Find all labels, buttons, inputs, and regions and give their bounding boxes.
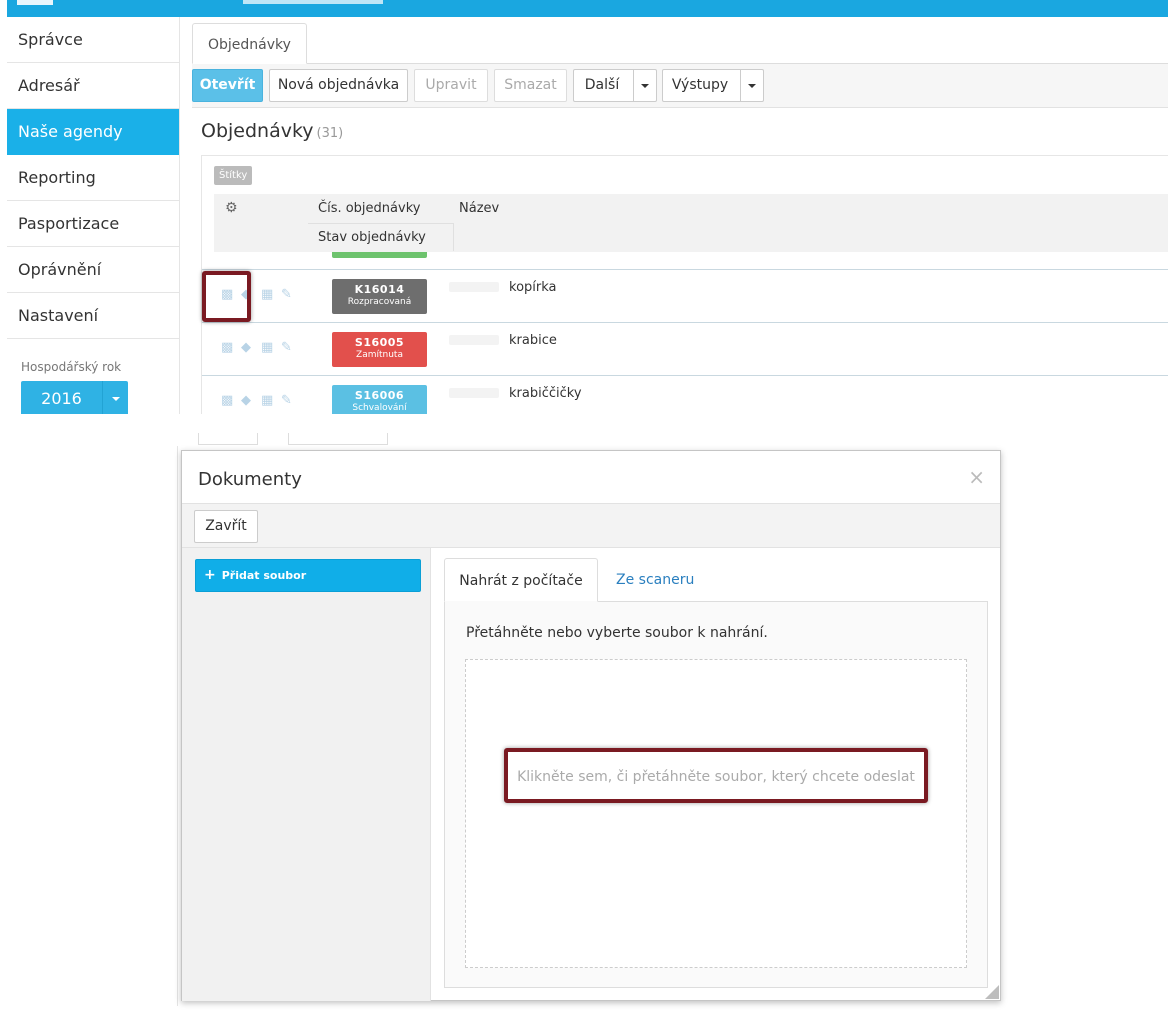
row-placeholder: [449, 282, 499, 292]
tags-filter-badge[interactable]: Štítky: [214, 166, 253, 185]
upload-instructions: Přetáhněte nebo vyberte soubor k nahrání…: [466, 625, 768, 641]
outputs-button[interactable]: Výstupy: [662, 69, 764, 102]
close-icon[interactable]: ×: [968, 465, 985, 489]
outputs-button-label: Výstupy: [671, 77, 729, 93]
orders-grid: Štítky ⚙ Čís. objednávky Název Stav obje…: [201, 155, 1168, 414]
column-header-state[interactable]: Stav objednávky: [308, 223, 454, 251]
tab-panel: Přetáhněte nebo vyberte soubor k nahrání…: [444, 601, 988, 988]
fiscal-year-select[interactable]: 2016: [21, 381, 128, 414]
open-button[interactable]: Otevřít: [192, 69, 263, 102]
upload-panel: Nahrát z počítače Ze scaneru Přetáhněte …: [444, 558, 988, 988]
briefcase-icon[interactable]: ▩: [221, 288, 235, 302]
order-number: S16005: [354, 336, 405, 349]
sidebar-item-spravce[interactable]: Správce: [7, 17, 179, 63]
column-header-name[interactable]: Název: [459, 201, 499, 216]
order-state: Schvalování: [352, 403, 407, 413]
calendar-icon[interactable]: ▦: [261, 288, 275, 302]
order-state: Zamítnuta: [356, 350, 403, 360]
chevron-down-icon[interactable]: [740, 70, 763, 101]
tag-icon[interactable]: ◆: [241, 394, 255, 408]
order-state: Rozpracovaná: [347, 297, 412, 307]
tab-objednavky[interactable]: Objednávky: [192, 23, 307, 64]
more-button-label: Další: [584, 77, 620, 93]
fiscal-year-value: 2016: [41, 389, 82, 408]
table-row[interactable]: ▩ ◆ ▦ ✎ S16006 Schvalování krabiččičky: [202, 375, 1168, 414]
edit-button[interactable]: Upravit: [414, 69, 488, 102]
tag-icon[interactable]: ◆: [241, 341, 255, 355]
tag-icon[interactable]: ◆: [241, 288, 255, 302]
row-action-icons: ▩ ◆ ▦ ✎: [221, 341, 301, 357]
fiscal-year-label: Hospodářský rok: [21, 360, 122, 374]
modal-file-list: + Přidat soubor: [182, 548, 431, 1001]
list-count: (31): [316, 126, 344, 141]
add-file-button[interactable]: + Přidat soubor: [195, 559, 421, 592]
sidebar-item-reporting[interactable]: Reporting: [7, 155, 179, 201]
sidebar-item-pasportizace[interactable]: Pasportizace: [7, 201, 179, 247]
documents-modal: Dokumenty × Zavřít + Přidat soubor Nahrát…: [181, 450, 1001, 1001]
list-title-text: Objednávky: [201, 120, 314, 142]
modal-title: Dokumenty: [198, 469, 302, 490]
chevron-down-icon[interactable]: [102, 381, 128, 414]
table-row[interactable]: ▩ ◆ ▦ ✎ K16014 Rozpracovaná kopírka: [202, 269, 1168, 322]
resize-handle[interactable]: [985, 985, 999, 999]
tab-upload-from-computer[interactable]: Nahrát z počítače: [444, 558, 598, 602]
pencil-icon[interactable]: ✎: [281, 341, 295, 355]
sidebar-item-nase-agendy[interactable]: Naše agendy: [7, 109, 179, 155]
modal-toolbar: Zavřít: [182, 503, 1000, 548]
orders-screen: Správce Adresář Naše agendy Reporting Pa…: [7, 0, 1168, 414]
toolbar: Otevřít Nová objednávka Upravit Smazat D…: [192, 64, 1168, 108]
table-row[interactable]: ▩ ◆ ▦ ✎ S16005 Zamítnuta krabice: [202, 322, 1168, 375]
page-title: Objednávky (31): [201, 120, 343, 142]
background-button-fragment: [198, 433, 258, 445]
new-order-button[interactable]: Nová objednávka: [269, 69, 408, 102]
more-button[interactable]: Další: [573, 69, 657, 102]
row-placeholder: [449, 335, 499, 345]
sidebar-item-nastaveni[interactable]: Nastavení: [7, 293, 179, 339]
briefcase-icon[interactable]: ▩: [221, 341, 235, 355]
logo: [17, 0, 53, 5]
background-button-fragment: [288, 433, 388, 445]
pencil-icon[interactable]: ✎: [281, 288, 295, 302]
row-action-icons: ▩ ◆ ▦ ✎: [221, 288, 301, 304]
order-name: krabice: [509, 333, 557, 348]
user-info: [243, 0, 383, 4]
close-button[interactable]: Zavřít: [194, 510, 258, 543]
column-header-number[interactable]: Čís. objednávky: [318, 201, 420, 216]
main-content: Objednávky Otevřít Nová objednávka Uprav…: [181, 17, 1168, 414]
sidebar-item-opravneni[interactable]: Oprávnění: [7, 247, 179, 293]
sidebar: Správce Adresář Naše agendy Reporting Pa…: [7, 17, 180, 414]
order-number: K16014: [354, 283, 405, 296]
status-badge-partial: [332, 252, 427, 258]
tab-from-scanner[interactable]: Ze scaneru: [616, 558, 694, 602]
chevron-down-icon[interactable]: [633, 70, 656, 101]
order-name: kopírka: [509, 280, 557, 295]
order-name: krabiččičky: [509, 386, 582, 401]
gear-icon[interactable]: ⚙: [225, 201, 238, 215]
dropzone-text: Klikněte sem, či přetáhněte soubor, kter…: [517, 769, 915, 785]
calendar-icon[interactable]: ▦: [261, 341, 275, 355]
add-file-label: Přidat soubor: [221, 569, 307, 582]
status-badge: S16005 Zamítnuta: [332, 332, 427, 367]
grid-header: ⚙ Čís. objednávky Název Stav objednávky: [214, 194, 1168, 252]
briefcase-icon[interactable]: ▩: [221, 394, 235, 408]
file-dropzone[interactable]: Klikněte sem, či přetáhněte soubor, kter…: [465, 659, 967, 968]
order-number: S16006: [354, 389, 405, 402]
sidebar-item-adresar[interactable]: Adresář: [7, 63, 179, 109]
tab-strip: Objednávky: [192, 23, 1168, 64]
pencil-icon[interactable]: ✎: [281, 394, 295, 408]
delete-button[interactable]: Smazat: [494, 69, 567, 102]
row-action-icons: ▩ ◆ ▦ ✎: [221, 394, 301, 410]
calendar-icon[interactable]: ▦: [261, 394, 275, 408]
status-badge: K16014 Rozpracovaná: [332, 279, 427, 314]
row-placeholder: [449, 388, 499, 398]
status-badge: S16006 Schvalování: [332, 385, 427, 414]
plus-icon: +: [204, 567, 216, 583]
app-header-bar: [7, 0, 1168, 17]
